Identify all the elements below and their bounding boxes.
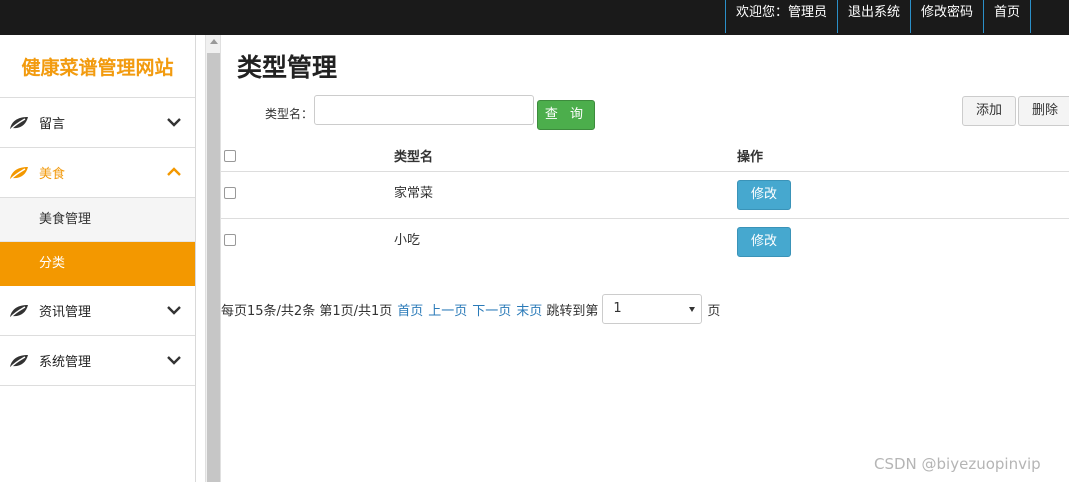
home-link[interactable]: 首页 (982, 0, 1031, 33)
logout-link[interactable]: 退出系统 (836, 0, 910, 33)
leaf-icon (10, 304, 28, 317)
table-row: 小吃 修改 (221, 219, 1069, 266)
sidebar-item-label: 美食 (39, 167, 66, 182)
chevron-down-icon (167, 118, 181, 127)
prev-page-link[interactable]: 上一页 (428, 300, 467, 319)
pagination: 每页15条/共2条 第1页/共1页 首页 上一页 下一页 末页 跳转到第 1 页 (221, 294, 720, 324)
welcome-text: 欢迎您：管理员 (724, 0, 837, 33)
edit-button[interactable]: 修改 (737, 227, 791, 257)
table-row: 家常菜 修改 (221, 172, 1069, 219)
sidebar-subitem-category[interactable]: 分类 (0, 242, 195, 286)
content-scrollbar[interactable] (205, 35, 221, 482)
query-button[interactable]: 查 询 (537, 100, 595, 130)
chevron-down-icon (167, 356, 181, 365)
scroll-up-arrow-icon[interactable] (210, 39, 218, 44)
chevron-up-icon (167, 167, 181, 176)
select-all-checkbox[interactable] (224, 150, 236, 162)
top-bar: 欢迎您：管理员 退出系统 修改密码 首页 (0, 0, 1069, 35)
delete-button[interactable]: 删除 (1018, 96, 1069, 126)
sidebar-item-label: 留言 (39, 117, 66, 132)
sidebar-item-label: 资讯管理 (39, 305, 92, 320)
dropdown-caret-icon (689, 307, 696, 312)
sidebar-item-food[interactable]: 美食 (0, 148, 195, 198)
jump-label: 跳转到第 (546, 303, 599, 319)
last-page-link[interactable]: 末页 (516, 300, 542, 319)
type-name-cell: 家常菜 (394, 186, 434, 201)
sidebar-item-messages[interactable]: 留言 (0, 98, 195, 148)
column-header-operation: 操作 (737, 150, 764, 165)
sidebar-item-label: 系统管理 (39, 355, 92, 370)
first-page-link[interactable]: 首页 (397, 300, 423, 319)
chevron-down-icon (167, 306, 181, 315)
top-nav: 欢迎您：管理员 退出系统 修改密码 首页 (724, 0, 1031, 35)
next-page-link[interactable]: 下一页 (472, 300, 511, 319)
leaf-icon (10, 354, 28, 367)
type-name-search-input[interactable] (314, 95, 534, 125)
scrollbar-thumb[interactable] (207, 53, 220, 482)
type-name-cell: 小吃 (394, 233, 421, 248)
add-button[interactable]: 添加 (962, 96, 1016, 126)
page-select-value: 1 (613, 301, 622, 316)
pagination-summary: 每页15条/共2条 第1页/共1页 (221, 303, 393, 319)
type-table: 类型名 操作 家常菜 修改 小吃 修改 (221, 137, 1069, 266)
row-checkbox[interactable] (224, 234, 236, 246)
row-checkbox[interactable] (224, 187, 236, 199)
sidebar-item-system[interactable]: 系统管理 (0, 336, 195, 386)
leaf-icon (10, 166, 28, 179)
change-password-link[interactable]: 修改密码 (909, 0, 983, 33)
page-title: 类型管理 (237, 53, 338, 82)
table-header-row: 类型名 操作 (221, 137, 1069, 172)
site-brand: 健康菜谱管理网站 (0, 35, 195, 98)
sidebar: 健康菜谱管理网站 留言 美食 美食管理 分类 资讯管理 系统管理 (0, 35, 196, 482)
leaf-icon (10, 116, 28, 129)
watermark: CSDN @biyezuopinvip (874, 455, 1041, 473)
search-label: 类型名： (265, 107, 314, 121)
sidebar-subitem-food-management[interactable]: 美食管理 (0, 198, 195, 242)
column-header-type-name: 类型名 (394, 150, 434, 165)
page-select[interactable]: 1 (602, 294, 703, 324)
sidebar-item-news[interactable]: 资讯管理 (0, 286, 195, 336)
edit-button[interactable]: 修改 (737, 180, 791, 210)
page-suffix: 页 (707, 303, 721, 319)
